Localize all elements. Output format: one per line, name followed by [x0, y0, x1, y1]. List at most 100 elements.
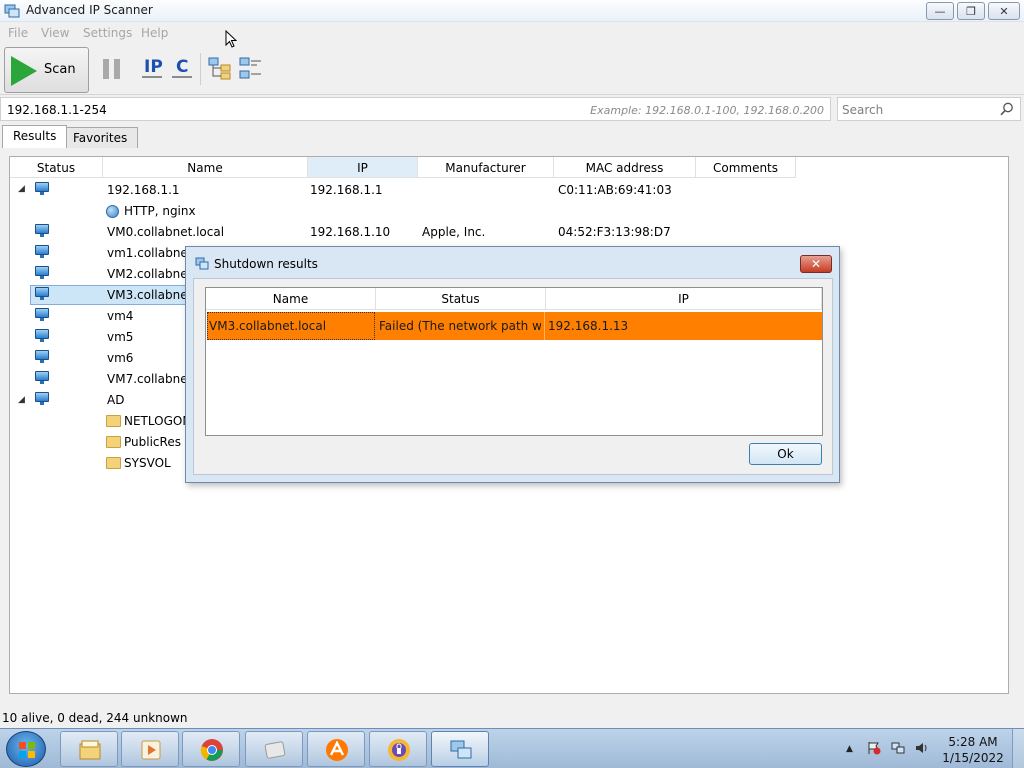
system-clock[interactable]: 5:28 AM 1/15/2022 — [942, 734, 1004, 766]
computer-icon — [35, 392, 49, 405]
tray-overflow-arrow-icon[interactable]: ▲ — [846, 744, 853, 754]
row-name[interactable]: vm1.collabnet — [107, 246, 193, 260]
computer-icon — [35, 308, 49, 321]
tab-results[interactable]: Results — [2, 125, 68, 148]
globe-icon — [106, 205, 119, 218]
pause-button[interactable] — [103, 59, 121, 79]
computer-icon — [35, 350, 49, 363]
ip-scanner-icon — [450, 740, 472, 759]
ip-range-input[interactable]: 192.168.1.1-254 Example: 192.168.0.1-100… — [0, 97, 831, 121]
menu-file[interactable]: File — [8, 26, 28, 40]
column-mac-address[interactable]: MAC address — [554, 157, 696, 178]
avast-icon — [326, 739, 348, 761]
column-manufacturer[interactable]: Manufacturer — [418, 157, 554, 178]
dialog-column-ip[interactable]: IP — [546, 288, 822, 310]
row-mac: C0:11:AB:69:41:03 — [558, 183, 672, 197]
computer-icon — [35, 371, 49, 384]
column-name[interactable]: Name — [103, 157, 308, 178]
row-ip: 192.168.1.1 — [310, 183, 383, 197]
column-status[interactable]: Status — [10, 157, 103, 178]
network-icon[interactable] — [891, 741, 905, 755]
row-name[interactable]: vm6 — [107, 351, 133, 365]
menu-help[interactable]: Help — [141, 26, 168, 40]
dialog-column-name[interactable]: Name — [206, 288, 376, 310]
row-share[interactable]: NETLOGON — [124, 414, 191, 428]
windows-logo-icon — [19, 742, 35, 758]
maximize-button[interactable]: ❐ — [957, 2, 985, 20]
window-title: Advanced IP Scanner — [26, 3, 153, 17]
column-comments[interactable]: Comments — [696, 157, 796, 178]
row-name[interactable]: VM7.collabnet — [107, 372, 192, 386]
dialog-body: Name Status IP VM3.collabnet.local Faile… — [193, 278, 833, 475]
folder-icon — [106, 457, 121, 469]
expand-arrow-icon[interactable]: ◢ — [18, 395, 25, 405]
computer-icon — [35, 287, 49, 300]
row-mac: 04:52:F3:13:98:D7 — [558, 225, 671, 239]
taskbar-chrome[interactable] — [182, 731, 240, 767]
taskbar-vpn[interactable] — [369, 731, 427, 767]
show-desktop-button[interactable] — [1012, 729, 1024, 768]
dialog-close-button[interactable]: ✕ — [800, 255, 832, 273]
folder-icon — [106, 436, 121, 448]
row-name[interactable]: vm5 — [107, 330, 133, 344]
status-bar: 10 alive, 0 dead, 244 unknown — [0, 708, 1024, 728]
search-placeholder: Search — [842, 103, 884, 117]
row-name[interactable]: VM0.collabnet.local — [107, 225, 224, 239]
menu-view[interactable]: View — [41, 26, 69, 40]
chrome-icon — [200, 739, 223, 761]
folder-icon — [106, 415, 121, 427]
row-name[interactable]: VM3.collabnet — [107, 288, 192, 302]
taskbar-generic-app[interactable] — [245, 731, 303, 767]
column-ip[interactable]: IP — [308, 157, 418, 178]
minimize-button[interactable]: — — [926, 2, 954, 20]
clock-date: 1/15/2022 — [942, 751, 1004, 765]
collapse-all-icon[interactable] — [239, 56, 263, 80]
close-button[interactable]: ✕ — [988, 2, 1020, 20]
dialog-title: Shutdown results — [214, 257, 318, 271]
computer-icon — [35, 329, 49, 342]
pause-icon — [103, 59, 109, 79]
ip-scanner-app-icon — [195, 257, 209, 270]
result-name: VM3.collabnet.local — [209, 319, 327, 333]
taskbar-media-player[interactable] — [121, 731, 179, 767]
dialog-column-status[interactable]: Status — [376, 288, 546, 310]
row-share[interactable]: PublicRes — [124, 435, 181, 449]
start-button[interactable] — [6, 731, 46, 767]
row-service[interactable]: HTTP, nginx — [124, 204, 196, 218]
ip-range-example: Example: 192.168.0.1-100, 192.168.0.200 — [590, 104, 824, 117]
row-name[interactable]: 192.168.1.1 — [107, 183, 180, 197]
scan-button-label: Scan — [44, 62, 76, 77]
taskbar-avast[interactable] — [307, 731, 365, 767]
search-input[interactable]: Search — [837, 97, 1021, 121]
row-share[interactable]: SYSVOL — [124, 456, 171, 470]
row-name[interactable]: AD — [107, 393, 124, 407]
taskbar-explorer[interactable] — [60, 731, 118, 767]
mouse-cursor-icon — [225, 30, 237, 48]
ok-button[interactable]: Ok — [749, 443, 822, 465]
shutdown-results-list: Name Status IP VM3.collabnet.local Faile… — [205, 287, 823, 436]
clock-time: 5:28 AM — [948, 735, 998, 749]
search-icon[interactable] — [1000, 102, 1014, 116]
volume-icon[interactable] — [915, 741, 929, 755]
shutdown-result-row[interactable]: VM3.collabnet.local Failed (The network … — [207, 312, 822, 340]
row-manufacturer: Apple, Inc. — [422, 225, 486, 239]
ip-icon[interactable]: IP — [144, 57, 163, 77]
tab-favorites[interactable]: Favorites — [62, 127, 139, 148]
taskbar-ip-scanner[interactable] — [431, 731, 489, 767]
menu-settings[interactable]: Settings — [83, 26, 132, 40]
explorer-icon — [79, 740, 101, 760]
title-bar: Advanced IP Scanner — ❐ ✕ — [0, 0, 1024, 22]
toolbar: Scan IP C — [0, 43, 1024, 95]
media-player-icon — [141, 740, 161, 760]
expand-all-icon[interactable] — [208, 56, 232, 80]
c-icon[interactable]: C — [176, 57, 188, 77]
scan-button[interactable]: Scan — [4, 47, 89, 93]
computer-icon — [35, 224, 49, 237]
ip-range-value: 192.168.1.1-254 — [7, 103, 107, 117]
expand-arrow-icon[interactable]: ◢ — [18, 184, 25, 194]
row-name[interactable]: vm4 — [107, 309, 133, 323]
row-name[interactable]: VM2.collabnet — [107, 267, 192, 281]
result-ip: 192.168.1.13 — [548, 319, 629, 333]
scan-summary: 10 alive, 0 dead, 244 unknown — [2, 711, 188, 725]
action-center-flag-icon[interactable] — [867, 741, 881, 755]
